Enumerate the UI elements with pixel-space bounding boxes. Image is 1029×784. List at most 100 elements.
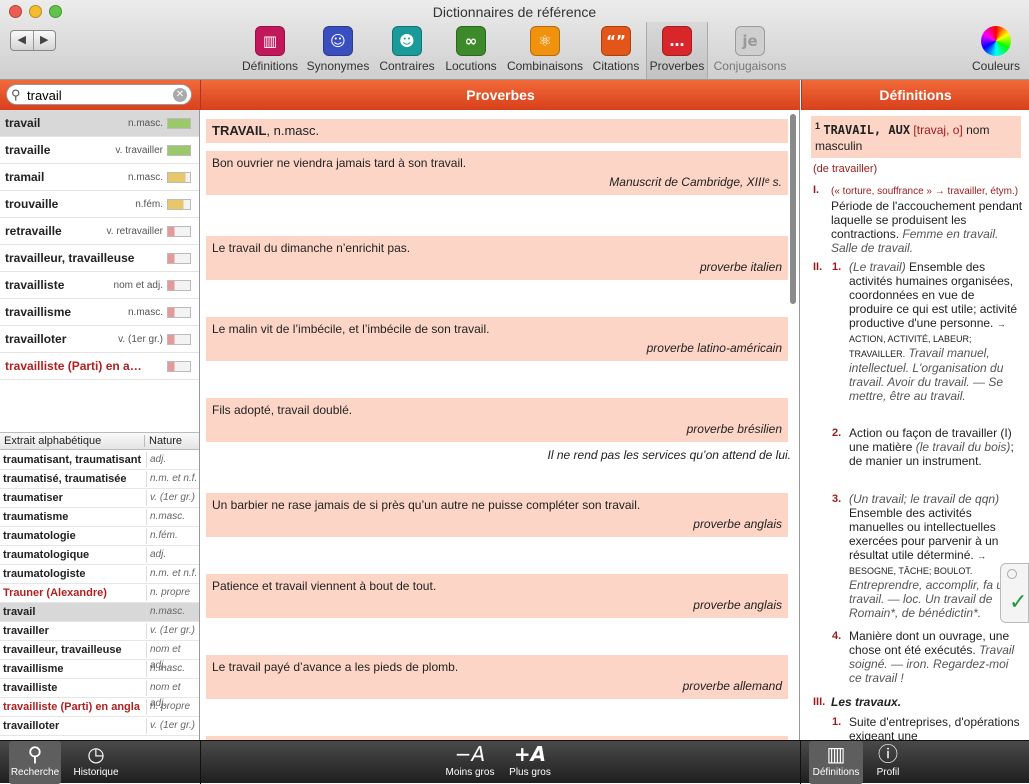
scrollbar[interactable] — [790, 114, 796, 304]
alpha-row[interactable]: travail n.masc. — [0, 603, 199, 622]
window-title: Dictionnaires de référence — [432, 4, 597, 20]
text-smaller-icon: −A — [454, 742, 486, 766]
text-smaller-button[interactable]: −A Moins gros — [440, 741, 500, 784]
result-row[interactable]: travail n.masc. — [0, 110, 199, 137]
search-tab-button[interactable]: ⚲ Recherche — [9, 741, 61, 784]
alpha-word: traumatologiste — [3, 568, 86, 580]
theater-icon: ☻ — [392, 26, 422, 56]
result-grammar: n.masc. — [127, 172, 163, 183]
text-bigger-button[interactable]: +A Plus gros — [505, 741, 555, 784]
alpha-nature: n.masc. — [146, 604, 185, 620]
definitions-tab-button[interactable]: ▥ Définitions — [809, 741, 863, 784]
floating-widget[interactable]: ✓ — [1000, 563, 1029, 623]
proverb-source: proverbe latino-américain — [646, 341, 782, 355]
result-row[interactable]: travailleur, travailleuse — [0, 245, 199, 272]
alpha-row[interactable]: travailloter v. (1er gr.) — [0, 717, 199, 736]
widget-button-icon[interactable] — [1007, 569, 1017, 579]
proverb-text: Le travail du dimanche n’enrichit pas. — [212, 241, 411, 255]
alpha-nature: n.fém. — [146, 528, 178, 544]
proverb-source: proverbe allemand — [682, 679, 782, 693]
proverb-source: proverbe brésilien — [686, 422, 782, 436]
alpha-row[interactable]: travailliste (Parti) en angla n. propre — [0, 698, 199, 717]
alpha-word: travailliste — [3, 682, 58, 694]
masks-icon: ☺ — [323, 26, 353, 56]
result-row[interactable]: travailloter v. (1er gr.) — [0, 326, 199, 353]
history-tab-button[interactable]: ◷ Historique — [68, 741, 124, 784]
book-icon: ▥ — [826, 742, 846, 766]
proverb-text: Le travail payé d’avance a les pieds de … — [212, 660, 459, 674]
result-row[interactable]: travaille v. travailler — [0, 137, 199, 164]
proverb-item: Un barbier ne rase jamais de si près qu’… — [206, 493, 788, 537]
magnifier-icon: ⚲ — [27, 742, 43, 766]
relevance-bar — [167, 118, 191, 129]
alpha-col-header[interactable]: Extrait alphabétique — [4, 435, 101, 447]
result-word: travail — [5, 116, 41, 130]
search-field[interactable]: ⚲ ✕ — [6, 84, 192, 105]
alpha-word: travailliste (Parti) en angla — [3, 701, 140, 713]
alpha-row[interactable]: traumatologie n.fém. — [0, 527, 199, 546]
alpha-row[interactable]: travailler v. (1er gr.) — [0, 622, 199, 641]
toolbar-combinaisons-button[interactable]: ⚛ Combinaisons — [504, 24, 586, 76]
toolbar-definitions-button[interactable]: ▥ Définitions — [237, 24, 303, 76]
alpha-row[interactable]: traumatologique adj. — [0, 546, 199, 565]
result-grammar: v. (1er gr.) — [118, 334, 163, 345]
result-grammar: n.masc. — [127, 118, 163, 129]
definition-origin: (de travailler) — [813, 163, 878, 175]
alpha-list: traumatisant, traumatisant adj. traumatisé… — [0, 451, 199, 736]
alpha-nature: nom et adj. — [146, 680, 199, 709]
proverb-item: Fils adopté, travail doublé. proverbe bré… — [206, 398, 788, 442]
back-arrow-icon[interactable]: ◀ — [11, 31, 34, 50]
search-input[interactable] — [27, 87, 167, 103]
divider — [800, 741, 801, 784]
alpha-row[interactable]: travailleur, travailleuse nom et adj. — [0, 641, 199, 671]
alpha-row[interactable]: traumatiser v. (1er gr.) — [0, 489, 199, 508]
alpha-row[interactable]: travailliste nom et adj. — [0, 679, 199, 709]
toolbar-conjugaisons-button[interactable]: je Conjugaisons — [710, 24, 790, 76]
result-grammar: n.fém. — [135, 199, 163, 210]
toolbar-synonymes-button[interactable]: ☺ Synonymes — [305, 24, 371, 76]
alpha-row[interactable]: traumatologiste n.m. et n.f. — [0, 565, 199, 584]
result-row[interactable]: travaillisme n.masc. — [0, 299, 199, 326]
alpha-row[interactable]: Trauner (Alexandre) n. propre — [0, 584, 199, 603]
link-icon: ∞ — [456, 26, 486, 56]
nature-col-header[interactable]: Nature — [144, 435, 182, 447]
result-row[interactable]: trouvaille n.fém. — [0, 191, 199, 218]
alpha-row[interactable]: traumatisé, traumatisée n.m. et n.f. — [0, 470, 199, 489]
sense-1: (« torture, souffrance » → travailler, é… — [831, 186, 1023, 255]
profile-tab-button[interactable]: ⓘ Profil — [868, 741, 908, 784]
alpha-word: traumatisme — [3, 511, 69, 523]
toolbar-colors-button[interactable]: Couleurs — [966, 24, 1026, 76]
result-word: tramail — [5, 170, 45, 184]
result-row[interactable]: tramail n.masc. — [0, 164, 199, 191]
proverb-item: Le travail payé d’avance a les pieds de … — [206, 655, 788, 699]
alpha-row[interactable]: traumatisme n.masc. — [0, 508, 199, 527]
proverbes-entry-title: TRAVAIL, n.masc. — [206, 119, 788, 143]
results-list: travail n.masc. travaille v. travailler tram… — [0, 110, 199, 380]
alpha-row[interactable]: traumatisant, traumatisant adj. — [0, 451, 199, 470]
result-row[interactable]: travailliste (Parti) en angl… — [0, 353, 199, 380]
relevance-bar — [167, 253, 191, 264]
relevance-bar — [167, 334, 191, 345]
result-row[interactable]: travailliste nom et adj. — [0, 272, 199, 299]
conjugation-icon: je — [735, 26, 765, 56]
relevance-bar — [167, 199, 191, 210]
proverb-gloss: Il ne rend pas les services qu’on attend… — [547, 448, 791, 462]
result-row[interactable]: retravaille v. retravailler — [0, 218, 199, 245]
clear-search-icon[interactable]: ✕ — [173, 88, 187, 102]
sense-2-2: Action ou façon de travailler (I) une ma… — [849, 426, 1014, 468]
toolbar-proverbes-button[interactable]: … Proverbes — [646, 22, 708, 79]
alpha-nature: adj. — [146, 547, 166, 563]
alpha-row[interactable]: travaillisme n.masc. — [0, 660, 199, 679]
alpha-word: traumatologique — [3, 549, 90, 561]
sense-2-3: (Un travail; le travail de qqn) Ensemble… — [849, 492, 1010, 620]
window-toolbar: Dictionnaires de référence ◀ ▶ ▥ Définit… — [0, 0, 1029, 80]
toolbar-citations-button[interactable]: “” Citations — [588, 24, 644, 76]
alpha-nature: v. (1er gr.) — [146, 718, 195, 734]
toolbar-locutions-button[interactable]: ∞ Locutions — [441, 24, 501, 76]
bottom-toolbar: ⚲ Recherche ◷ Historique −A Moins gros +… — [0, 740, 1029, 784]
toolbar-contraires-button[interactable]: ☻ Contraires — [374, 24, 440, 76]
alpha-word: travailler — [3, 625, 49, 637]
forward-arrow-icon[interactable]: ▶ — [34, 31, 56, 50]
proverb-source: proverbe anglais — [693, 598, 782, 612]
sense-2-4: Manière dont un ouvrage, une chose ont é… — [849, 629, 1015, 685]
